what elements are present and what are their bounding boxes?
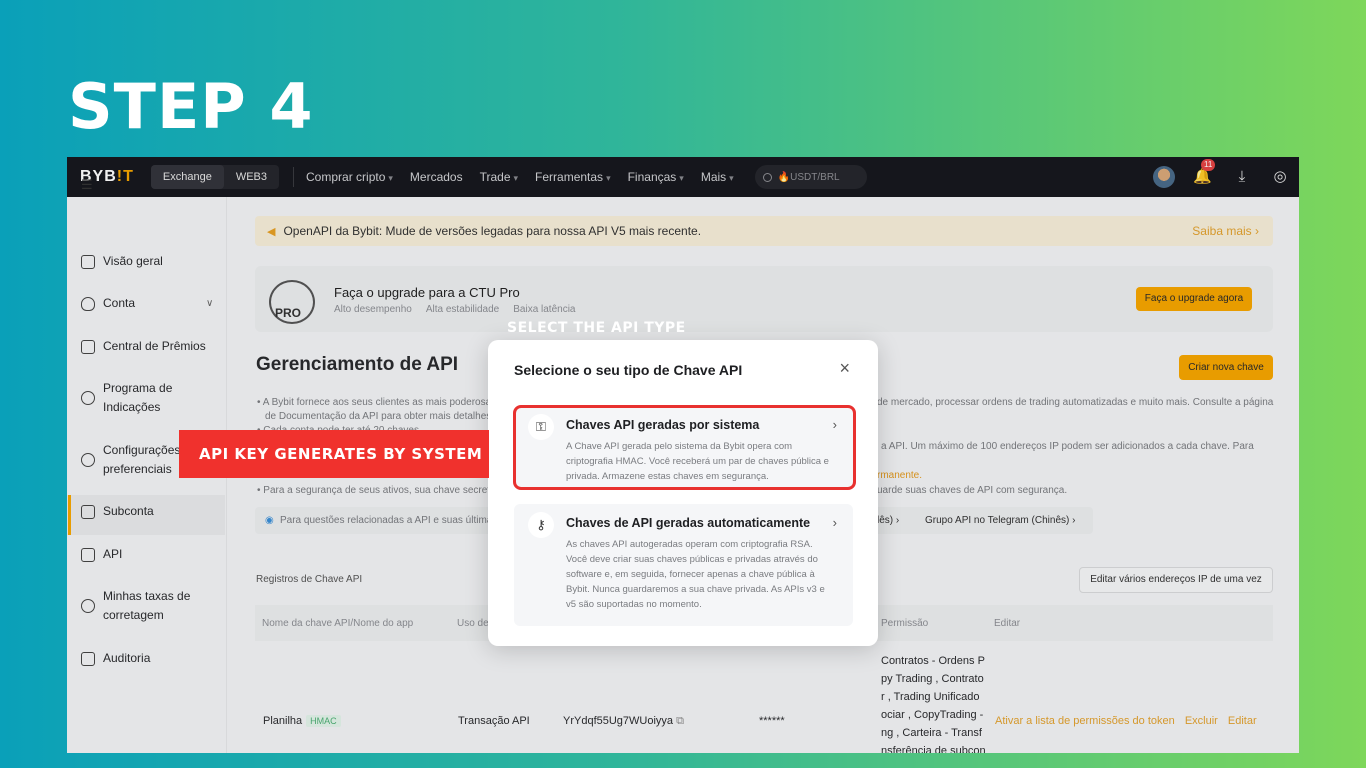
option-title: Chaves de API geradas automaticamente bbox=[566, 516, 811, 530]
close-icon[interactable]: × bbox=[839, 359, 850, 377]
api-type-modal: Selecione o seu tipo de Chave API × ⚿ Ch… bbox=[488, 340, 878, 646]
option-description: As chaves API autogeradas operam com cri… bbox=[566, 539, 825, 610]
select-api-type-label: SELECT THE API TYPE bbox=[507, 320, 686, 336]
keys-icon: ⚷ bbox=[528, 512, 554, 538]
step-title: STEP 4 bbox=[68, 70, 314, 143]
highlight-box bbox=[513, 405, 856, 490]
modal-title: Selecione o seu tipo de Chave API bbox=[514, 362, 743, 378]
api-key-system-label: API KEY GENERATES BY SYSTEM bbox=[179, 430, 489, 478]
chevron-right-icon: › bbox=[832, 515, 837, 530]
option-self-generated[interactable]: ⚷ Chaves de API geradas automaticamente … bbox=[514, 504, 853, 626]
